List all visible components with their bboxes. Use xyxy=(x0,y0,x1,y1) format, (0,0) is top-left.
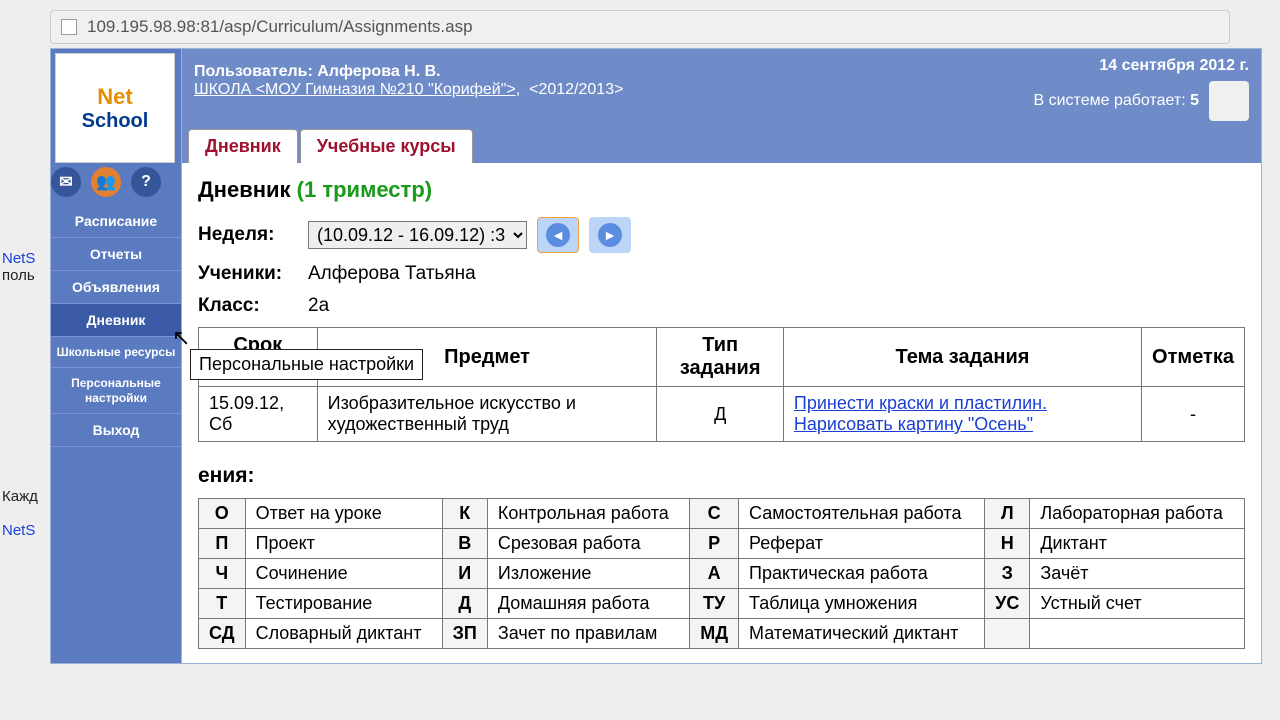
help-icon[interactable]: ? xyxy=(131,167,161,197)
header-bar: Пользователь: Алферова Н. В. ШКОЛА <МОУ … xyxy=(182,49,1261,129)
cursor-pointer-icon: ↖ xyxy=(172,325,190,351)
pupil-label: Ученики: xyxy=(198,263,298,285)
legend-row: СДСловарный диктантЗПЗачет по правиламМД… xyxy=(199,619,1245,649)
logo: Net School xyxy=(55,53,175,163)
page-icon xyxy=(61,19,77,35)
arrow-right-icon: ► xyxy=(598,223,622,247)
header-user-block: Пользователь: Алферова Н. В. ШКОЛА <МОУ … xyxy=(194,57,623,99)
users-icon[interactable]: 👥 xyxy=(91,167,121,197)
week-select[interactable]: (10.09.12 - 16.09.12) :3 xyxy=(308,221,527,249)
sidebar-nav: РасписаниеОтчетыОбъявленияДневникШкольны… xyxy=(51,205,181,447)
pupil-value: Алферова Татьяна xyxy=(308,263,476,285)
table-header: Отметка xyxy=(1142,328,1245,387)
legend-title: ения: xyxy=(198,464,1245,488)
tab-courses[interactable]: Учебные курсы xyxy=(300,129,473,163)
next-week-button[interactable]: ► xyxy=(589,217,631,253)
sidebar-item[interactable]: Расписание xyxy=(51,205,181,238)
prev-week-button[interactable]: ◄ xyxy=(537,217,579,253)
sidebar-item[interactable]: Выход xyxy=(51,414,181,447)
class-value: 2а xyxy=(308,295,329,317)
sidebar-item[interactable]: Дневник xyxy=(51,304,181,337)
table-header: Тип задания xyxy=(657,328,783,387)
arrow-left-icon: ◄ xyxy=(546,223,570,247)
tooltip: Персональные настройки xyxy=(190,349,423,380)
legend-row: ТТестированиеДДомашняя работаТУТаблица у… xyxy=(199,589,1245,619)
school-link[interactable]: ШКОЛА <МОУ Гимназия №210 "Корифей">, xyxy=(194,81,520,98)
sidebar-item[interactable]: Объявления xyxy=(51,271,181,304)
assignment-topic-link[interactable]: Принести краски и пластилин. Нарисовать … xyxy=(794,393,1047,434)
legend-row: ООтвет на урокеККонтрольная работаССамос… xyxy=(199,499,1245,529)
app-window: Net School ✉ 👥 ? РасписаниеОтчетыОбъявле… xyxy=(50,48,1262,664)
assignments-table: Срок сдачиПредметТип заданияТема задания… xyxy=(198,327,1245,442)
tab-diary[interactable]: Дневник xyxy=(188,129,298,163)
table-header: Тема задания xyxy=(783,328,1141,387)
class-label: Класс: xyxy=(198,295,298,317)
week-label: Неделя: xyxy=(198,224,298,246)
sidebar-item[interactable]: Отчеты xyxy=(51,238,181,271)
header-right: 14 сентября 2012 г. В системе работает: … xyxy=(1034,57,1250,121)
exit-icon[interactable] xyxy=(1209,81,1249,121)
browser-address-bar: 109.195.98.98:81/asp/Curriculum/Assignme… xyxy=(50,10,1230,44)
mail-icon[interactable]: ✉ xyxy=(51,167,81,197)
legend-table: ООтвет на урокеККонтрольная работаССамос… xyxy=(198,498,1245,649)
legend-row: ППроектВСрезовая работаРРефератНДиктант xyxy=(199,529,1245,559)
page-title: Дневник (1 триместр) xyxy=(198,177,1245,203)
legend-row: ЧСочинениеИИзложениеАПрактическая работа… xyxy=(199,559,1245,589)
url-text: 109.195.98.98:81/asp/Curriculum/Assignme… xyxy=(87,17,473,37)
sidebar-item[interactable]: Персональные настройки xyxy=(51,368,181,414)
tab-bar: Дневник Учебные курсы xyxy=(182,129,1261,163)
background-page-hint: NetS поль Кажд NetS xyxy=(2,250,38,539)
sidebar-item[interactable]: Школьные ресурсы xyxy=(51,337,181,368)
table-row: 15.09.12, СбИзобразительное искусство и … xyxy=(199,387,1245,442)
main-panel: Пользователь: Алферова Н. В. ШКОЛА <МОУ … xyxy=(181,49,1261,663)
